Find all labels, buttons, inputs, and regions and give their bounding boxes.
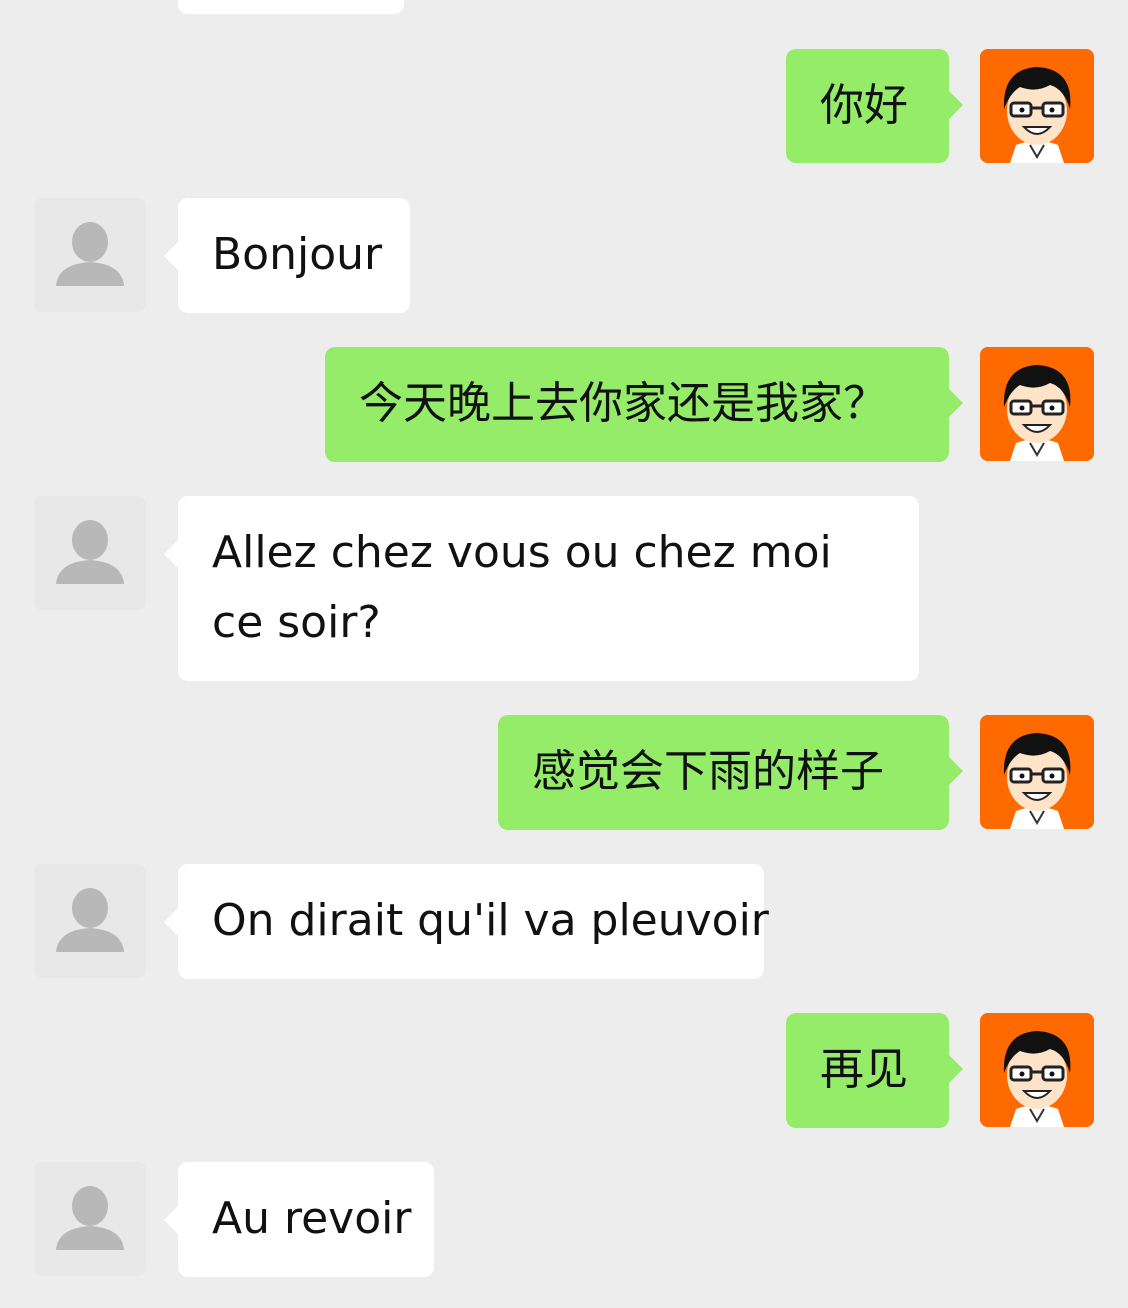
person-silhouette-icon [34, 198, 146, 312]
incoming-message-bubble[interactable]: Allez chez vous ou chez moi ce soir? [164, 496, 919, 681]
contact-avatar-icon[interactable] [34, 496, 146, 610]
incoming-message-bubble[interactable]: Au revoir [164, 1162, 434, 1277]
cartoon-boy-with-glasses-icon [980, 49, 1094, 163]
contact-avatar-icon[interactable] [34, 864, 146, 978]
person-silhouette-icon [34, 864, 146, 978]
cartoon-boy-with-glasses-icon [980, 715, 1094, 829]
outgoing-message-bubble[interactable]: 再见 [786, 1013, 963, 1128]
contact-avatar-icon[interactable] [34, 198, 146, 312]
chat-conversation: 你好 Bonjour 今天晚上去你家还是我家？ Allez chez vous … [0, 0, 1128, 1308]
my-avatar-icon[interactable] [980, 715, 1094, 829]
cartoon-boy-with-glasses-icon [980, 347, 1094, 461]
contact-avatar-icon[interactable] [34, 1162, 146, 1276]
my-avatar-icon[interactable] [980, 347, 1094, 461]
outgoing-message-bubble[interactable]: 感觉会下雨的样子 [498, 715, 963, 830]
outgoing-message-bubble[interactable]: 今天晚上去你家还是我家？ [325, 347, 963, 462]
outgoing-message-bubble[interactable]: 你好 [786, 49, 963, 163]
previous-message-bubble[interactable] [178, 0, 404, 14]
incoming-message-bubble[interactable]: Bonjour [164, 198, 410, 313]
my-avatar-icon[interactable] [980, 49, 1094, 163]
incoming-message-bubble[interactable]: On dirait qu'il va pleuvoir [164, 864, 769, 979]
cartoon-boy-with-glasses-icon [980, 1013, 1094, 1127]
person-silhouette-icon [34, 1162, 146, 1276]
person-silhouette-icon [34, 496, 146, 610]
my-avatar-icon[interactable] [980, 1013, 1094, 1127]
